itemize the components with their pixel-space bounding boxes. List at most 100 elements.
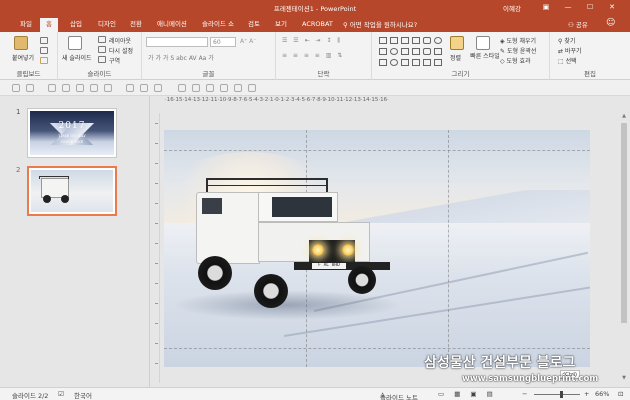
toolbar-align-icon[interactable] bbox=[192, 84, 200, 92]
layout-icon[interactable] bbox=[98, 36, 106, 43]
spelling-icon[interactable]: ☑ bbox=[58, 390, 64, 398]
arrange-label[interactable]: 정렬 bbox=[450, 53, 461, 62]
change-case-button[interactable]: Aa bbox=[199, 55, 207, 62]
shapes-gallery[interactable] bbox=[378, 36, 442, 68]
shape-bracket-icon[interactable] bbox=[423, 59, 431, 66]
zoom-in-icon[interactable]: + bbox=[584, 390, 589, 398]
tab-insert[interactable]: 삽입 bbox=[68, 18, 84, 30]
select-button[interactable]: ⬚ 선택 bbox=[558, 56, 577, 65]
close-button[interactable]: ✕ bbox=[606, 2, 618, 13]
quick-styles-label[interactable]: 빠른 스타일 bbox=[470, 53, 500, 60]
shape-star-icon[interactable] bbox=[434, 48, 442, 55]
tab-home[interactable]: 홈 bbox=[40, 18, 58, 32]
smile-icon[interactable]: ☺ bbox=[606, 18, 615, 28]
shadow-button[interactable]: S bbox=[170, 55, 174, 62]
grow-font-icon[interactable]: A⁺ A⁻ bbox=[240, 38, 256, 45]
shape-line-icon[interactable] bbox=[401, 37, 409, 44]
share-button[interactable]: ⚇ 공유 bbox=[568, 19, 588, 29]
shape-arrow-icon[interactable] bbox=[412, 37, 420, 44]
shape-outline-button[interactable]: ✎ 도형 윤곽선 bbox=[500, 46, 536, 55]
zoom-slider-knob[interactable] bbox=[560, 391, 563, 398]
align-buttons-icon[interactable]: ≡ ≡ ≡ ≡ ▥ ⇅ bbox=[282, 52, 344, 59]
shape-arc-icon[interactable] bbox=[390, 59, 398, 66]
section-label[interactable]: 구역 bbox=[109, 56, 120, 65]
tab-view[interactable]: 보기 bbox=[273, 18, 289, 30]
spacing-button[interactable]: AV bbox=[189, 55, 197, 62]
minimize-button[interactable]: — bbox=[562, 2, 574, 13]
shape-rounded-rect-icon[interactable] bbox=[423, 37, 431, 44]
shape-callout-icon[interactable] bbox=[423, 48, 431, 55]
toolbar-align-icon[interactable] bbox=[206, 84, 214, 92]
toolbar-shape-icon[interactable] bbox=[26, 84, 34, 92]
font-color-button[interactable]: 가 bbox=[208, 55, 214, 62]
layout-label[interactable]: 레이아웃 bbox=[109, 36, 131, 45]
tab-animations[interactable]: 애니메이션 bbox=[155, 18, 189, 30]
toolbar-shape-icon[interactable] bbox=[140, 84, 148, 92]
cut-icon[interactable] bbox=[40, 37, 48, 44]
toolbar-image-icon[interactable] bbox=[104, 84, 112, 92]
toolbar-image-icon[interactable] bbox=[90, 84, 98, 92]
toolbar-image-icon[interactable] bbox=[76, 84, 84, 92]
scroll-down-icon[interactable]: ▼ bbox=[620, 375, 628, 381]
toolbar-image-icon[interactable] bbox=[48, 84, 56, 92]
copy-icon[interactable] bbox=[40, 47, 48, 54]
scroll-up-icon[interactable]: ▲ bbox=[620, 113, 628, 119]
italic-button[interactable]: 가 bbox=[155, 55, 161, 62]
toolbar-shape-icon[interactable] bbox=[12, 84, 20, 92]
paste-label[interactable]: 붙여넣기 bbox=[12, 53, 34, 62]
shape-textbox-vertical-icon[interactable] bbox=[390, 37, 398, 44]
slide-thumbnail-2[interactable] bbox=[27, 166, 117, 216]
format-painter-icon[interactable] bbox=[40, 57, 48, 64]
view-buttons-icon[interactable]: ▭ ▦ ▣ ▤ bbox=[438, 390, 497, 398]
toolbar-align-icon[interactable] bbox=[248, 84, 256, 92]
tab-design[interactable]: 디자인 bbox=[96, 18, 118, 30]
toolbar-align-icon[interactable] bbox=[178, 84, 186, 92]
toolbar-shape-icon[interactable] bbox=[154, 84, 162, 92]
zoom-slider-icon[interactable] bbox=[534, 394, 580, 395]
shape-brace-icon[interactable] bbox=[379, 59, 387, 66]
find-button[interactable]: ⚲ 찾기 bbox=[558, 36, 575, 45]
zoom-out-icon[interactable]: − bbox=[522, 390, 527, 398]
slide-thumbnail-1[interactable]: 2017 TIME TO SAY GOOD BYE bbox=[27, 108, 117, 158]
tab-file[interactable]: 파일 bbox=[18, 18, 34, 30]
maximize-button[interactable]: ☐ bbox=[584, 2, 596, 13]
font-size-combo[interactable]: 60 bbox=[210, 37, 236, 47]
bold-button[interactable]: 가 bbox=[148, 55, 154, 62]
shape-freeform-icon[interactable] bbox=[412, 59, 420, 66]
shape-more-icon[interactable] bbox=[434, 59, 442, 66]
strikethrough-button[interactable]: abc bbox=[176, 55, 187, 62]
list-buttons-icon[interactable]: ☰ ☰ ⇤ ⇥ ↕ ⫼ bbox=[282, 37, 342, 45]
tab-review[interactable]: 검토 bbox=[246, 18, 262, 30]
shape-fill-button[interactable]: ◈ 도형 채우기 bbox=[500, 36, 536, 45]
new-slide-icon[interactable] bbox=[68, 36, 82, 50]
font-name-combo[interactable] bbox=[146, 37, 208, 47]
shape-bent-arrow-icon[interactable] bbox=[412, 48, 420, 55]
toolbar-image-icon[interactable] bbox=[62, 84, 70, 92]
zoom-level[interactable]: 66% bbox=[595, 390, 609, 398]
section-icon[interactable] bbox=[98, 56, 106, 63]
toolbar-align-icon[interactable] bbox=[220, 84, 228, 92]
vertical-scrollbar[interactable]: ▲ ▼ bbox=[620, 113, 628, 385]
paste-icon[interactable] bbox=[14, 36, 28, 50]
ribbon-display-options-button[interactable]: ▣ bbox=[540, 2, 552, 13]
shape-effects-button[interactable]: ◇ 도형 효과 bbox=[500, 56, 531, 65]
quick-styles-icon[interactable] bbox=[476, 36, 490, 50]
shape-rect-icon[interactable] bbox=[379, 48, 387, 55]
shape-triangle-icon[interactable] bbox=[401, 48, 409, 55]
underline-button[interactable]: 가 bbox=[163, 55, 169, 62]
tell-me-box[interactable]: ⚲ 어떤 작업을 원하시나요? bbox=[343, 19, 417, 29]
toolbar-shape-icon[interactable] bbox=[126, 84, 134, 92]
shape-curve-icon[interactable] bbox=[401, 59, 409, 66]
toolbar-align-icon[interactable] bbox=[234, 84, 242, 92]
reset-icon[interactable] bbox=[98, 46, 106, 53]
new-slide-label[interactable]: 새 슬라이드 bbox=[62, 53, 92, 62]
language-indicator[interactable]: 한국어 bbox=[74, 390, 92, 400]
arrange-icon[interactable] bbox=[450, 36, 464, 50]
shape-oval-icon[interactable] bbox=[434, 37, 442, 44]
reset-label[interactable]: 다시 설정 bbox=[109, 46, 133, 55]
slide-image[interactable]: F AL 8HD bbox=[164, 130, 590, 367]
fit-slide-icon[interactable]: ⊡ bbox=[618, 390, 623, 398]
tab-acrobat[interactable]: ACROBAT bbox=[300, 18, 335, 30]
tab-transitions[interactable]: 전환 bbox=[128, 18, 144, 30]
shape-textbox-icon[interactable] bbox=[379, 37, 387, 44]
